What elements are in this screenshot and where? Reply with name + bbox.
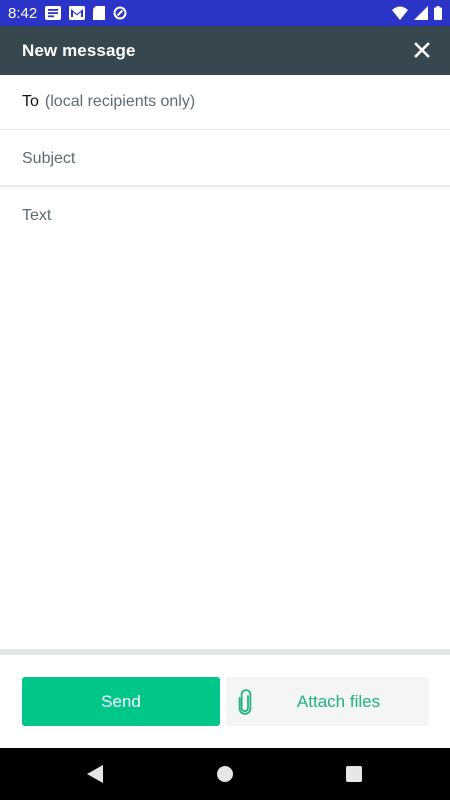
close-icon xyxy=(414,42,430,58)
navigation-bar xyxy=(0,748,450,800)
battery-icon xyxy=(434,6,442,20)
to-label: To xyxy=(22,93,39,110)
subject-input[interactable] xyxy=(22,149,422,168)
signal-icon xyxy=(414,6,428,20)
system-icons xyxy=(392,0,442,26)
status-bar: 8:42 xyxy=(0,0,450,26)
subject-divider xyxy=(0,185,450,189)
send-button[interactable]: Send xyxy=(22,677,220,726)
message-body-input[interactable] xyxy=(22,205,427,635)
sd-card-icon xyxy=(93,6,106,20)
attach-files-button[interactable]: Attach files xyxy=(226,677,429,726)
compose-screen: 8:42 New message To (local recipients on… xyxy=(0,0,450,800)
app-bar: New message xyxy=(0,26,450,75)
home-icon[interactable] xyxy=(217,766,233,782)
recents-icon[interactable] xyxy=(346,766,362,782)
to-input[interactable] xyxy=(44,93,405,111)
sync-icon xyxy=(113,6,127,20)
actions-divider xyxy=(0,649,450,655)
to-field-row: To xyxy=(0,75,450,130)
wifi-icon xyxy=(392,6,408,20)
notification-icons xyxy=(45,6,127,20)
close-button[interactable] xyxy=(410,38,434,62)
status-time: 8:42 xyxy=(8,4,38,22)
send-button-label: Send xyxy=(101,691,141,711)
gmail-icon xyxy=(69,6,86,20)
page-title: New message xyxy=(22,40,136,60)
attach-files-label: Attach files xyxy=(296,691,381,711)
subject-field-row xyxy=(0,131,450,186)
news-icon xyxy=(45,6,62,20)
back-icon[interactable] xyxy=(87,765,103,783)
